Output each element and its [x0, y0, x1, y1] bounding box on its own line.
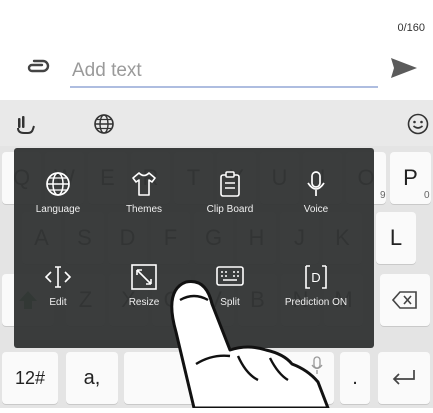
- menu-item-label: Edit: [49, 297, 67, 308]
- key-p-hint: 0: [424, 190, 430, 201]
- period-key[interactable]: .: [340, 352, 370, 404]
- menu-item-label: Themes: [125, 204, 163, 215]
- menu-item-label: Clip Board: [206, 204, 254, 215]
- pointing-hand-illustration: [150, 270, 330, 410]
- paperclip-icon[interactable]: [26, 56, 50, 76]
- globe-icon: [46, 172, 70, 196]
- backspace-key[interactable]: [380, 274, 430, 326]
- key-l[interactable]: L: [376, 212, 416, 264]
- menu-item-edit[interactable]: Edit: [17, 245, 99, 325]
- menu-item-language[interactable]: Language: [17, 152, 99, 232]
- microphone-icon: [307, 171, 325, 196]
- message-input[interactable]: Add text: [72, 60, 142, 82]
- menu-item-label: Voice: [303, 204, 329, 215]
- backspace-icon: [392, 291, 417, 309]
- keyboard-toolbar: [0, 100, 433, 146]
- input-underline: [70, 86, 378, 88]
- keyboard-settings-icon[interactable]: [14, 112, 38, 136]
- clipboard-icon: [220, 171, 240, 197]
- enter-key[interactable]: [378, 352, 430, 404]
- enter-icon: [392, 370, 415, 385]
- cursor-icon: [44, 266, 72, 288]
- mode-switch-key[interactable]: 12#: [2, 352, 58, 404]
- shirt-icon: [132, 172, 156, 196]
- message-composer: [0, 0, 433, 100]
- punctuation-key[interactable]: a,: [66, 352, 118, 404]
- key-o-hint: 9: [380, 190, 386, 201]
- char-counter: 0/160: [397, 22, 425, 34]
- send-icon[interactable]: [389, 55, 419, 81]
- menu-item-label: Language: [35, 204, 81, 215]
- menu-item-themes[interactable]: Themes: [103, 152, 185, 232]
- globe-icon[interactable]: [92, 112, 116, 136]
- menu-item-clipboard[interactable]: Clip Board: [189, 152, 271, 232]
- emoji-icon[interactable]: [406, 112, 430, 136]
- menu-item-voice[interactable]: Voice: [275, 152, 357, 232]
